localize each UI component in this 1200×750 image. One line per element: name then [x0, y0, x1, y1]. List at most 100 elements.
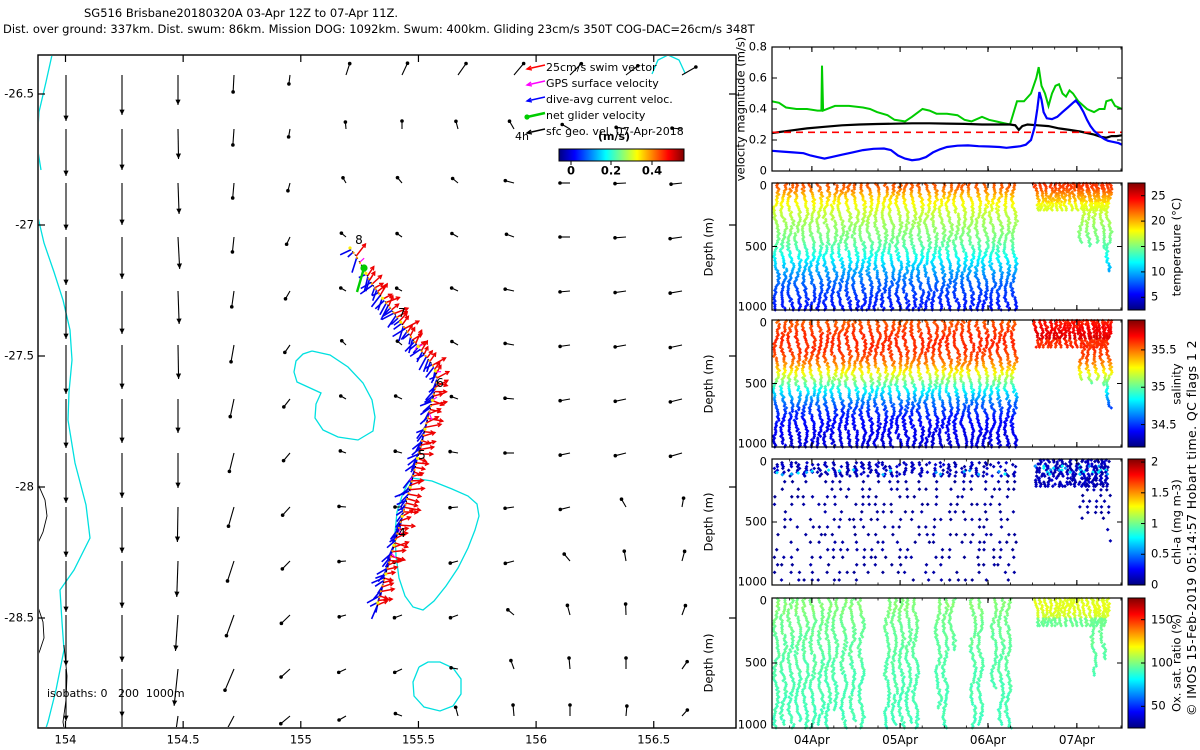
geo-velocity-arrow: [231, 236, 235, 252]
geo-velocity-arrowhead: [222, 734, 226, 738]
geo-velocity-arrowhead: [339, 338, 344, 343]
geo-velocity-arrowhead: [503, 287, 507, 291]
geo-velocity-arrow: [232, 128, 235, 145]
geo-velocity-arrowhead: [287, 82, 291, 86]
geo-velocity-arrowhead: [393, 505, 397, 509]
geo-velocity-arrow: [175, 715, 179, 727]
track-surfacing-dot: [407, 492, 410, 495]
track-surfacing-dot: [425, 422, 428, 425]
geo-velocity-arrowhead: [119, 547, 125, 553]
geo-velocity-arrowhead: [622, 549, 627, 553]
geo-velocity-arrowhead: [63, 279, 69, 285]
track-surfacing-dot: [391, 549, 394, 553]
geo-velocity-arrow: [225, 614, 235, 636]
geo-velocity-arrowhead: [450, 176, 455, 181]
track-surfacing-dot: [396, 316, 399, 319]
track-surfacing-dot: [410, 480, 413, 483]
geo-velocity-arrowhead: [562, 552, 567, 556]
legend-sample-arrowhead: [524, 114, 530, 120]
track-surfacing-dot: [405, 497, 409, 501]
geo-velocity-arrowhead: [175, 427, 181, 433]
geo-velocity-arrowhead: [63, 224, 69, 230]
track-surfacing-dot: [348, 246, 352, 250]
geo-velocity-arrowhead: [558, 290, 562, 294]
geo-velocity-arrowhead: [339, 231, 344, 235]
chl-colorbar: [1127, 458, 1146, 586]
geo-velocity-arrowhead: [337, 504, 341, 509]
dive-avg-current-arrow: [392, 328, 406, 338]
geo-velocity-arrow: [224, 668, 235, 691]
geo-velocity-arrowhead: [224, 633, 229, 638]
track-surfacing-dot: [432, 393, 435, 396]
track-surfacing-dot: [423, 427, 427, 431]
geo-velocity-arrowhead: [281, 458, 286, 463]
geo-velocity-arrowhead: [225, 579, 230, 583]
geo-velocity-arrowhead: [464, 61, 468, 66]
track-surfacing-dot: [381, 296, 385, 300]
track-surfacing-dot: [397, 526, 400, 529]
track-surfacing-dot: [358, 261, 362, 264]
geo-velocity-arrowhead: [63, 497, 69, 503]
geo-velocity-arrowhead: [668, 454, 673, 459]
geo-velocity-arrow: [457, 63, 467, 76]
dive-avg-current-arrow: [339, 248, 352, 256]
geo-velocity-arrowhead: [448, 561, 453, 565]
dive-avg-current-arrow: [347, 251, 354, 258]
geo-velocity-arrowhead: [503, 451, 507, 455]
geo-velocity-arrowhead: [175, 482, 181, 488]
geo-velocity-arrowhead: [568, 703, 572, 707]
track-surfacing-dot: [402, 509, 405, 512]
geo-velocity-arrowhead: [63, 551, 69, 557]
isobath-contour-cyan: [651, 56, 686, 75]
geo-velocity-arrowhead: [579, 61, 584, 66]
track-surfacing-dot: [367, 277, 370, 280]
track-surfacing-dot: [388, 306, 392, 309]
geo-velocity-arrowhead: [395, 175, 400, 180]
geo-velocity-arrowhead: [119, 328, 125, 334]
geo-velocity-arrowhead: [227, 469, 232, 474]
isobath-contour-cyan: [293, 350, 376, 441]
geo-velocity-arrowhead: [567, 656, 571, 660]
geo-velocity-arrowhead: [558, 344, 562, 349]
geo-velocity-arrowhead: [393, 711, 398, 716]
geo-velocity-arrow: [176, 560, 179, 597]
geo-velocity-arrowhead: [613, 399, 618, 404]
geo-velocity-arrowhead: [613, 453, 618, 458]
geo-velocity-arrowhead: [280, 513, 285, 517]
geo-velocity-arrowhead: [119, 164, 125, 170]
track-surfacing-dot: [416, 344, 420, 349]
geo-velocity-arrowhead: [172, 742, 177, 748]
geo-velocity-arrowhead: [503, 561, 508, 566]
geo-velocity-arrowhead: [173, 645, 179, 651]
geo-velocity-arrowhead: [450, 339, 454, 344]
geo-velocity-arrowhead: [623, 602, 628, 606]
geo-velocity-arrow: [280, 715, 291, 725]
geo-velocity-arrowhead: [504, 232, 509, 237]
geo-velocity-arrowhead: [230, 250, 235, 254]
geo-velocity-arrowhead: [393, 449, 398, 453]
geo-velocity-arrowhead: [343, 120, 348, 124]
geo-velocity-arrowhead: [175, 99, 181, 105]
track-surfacing-dot: [400, 514, 404, 518]
dive-avg-current-arrow: [425, 366, 435, 378]
geo-velocity-arrowhead: [511, 703, 515, 707]
legend-colorbar: [558, 148, 685, 162]
geo-velocity-arrow: [670, 452, 683, 457]
geo-velocity-arrowhead: [395, 231, 399, 236]
matlab-figure: SG516 Brisbane20180320A 03-Apr 12Z to 07…: [0, 0, 1200, 750]
geo-velocity-arrowhead: [228, 414, 233, 419]
track-surfacing-dot: [388, 561, 391, 564]
geo-velocity-arrowhead: [400, 119, 404, 123]
track-surfacing-dot: [381, 584, 384, 587]
geo-velocity-arrow: [625, 65, 639, 76]
isobath-contour-black: [39, 485, 48, 542]
geo-velocity-arrowhead: [683, 603, 688, 608]
geo-velocity-arrowhead: [392, 615, 397, 620]
track-surfacing-dot: [420, 350, 423, 353]
geo-velocity-arrowhead: [286, 135, 291, 139]
geo-velocity-arrowhead: [119, 602, 125, 608]
geo-velocity-arrowhead: [176, 208, 182, 214]
geo-velocity-arrowhead: [229, 305, 234, 309]
geo-velocity-arrowhead: [119, 656, 125, 662]
track-surfacing-dot: [424, 354, 427, 358]
